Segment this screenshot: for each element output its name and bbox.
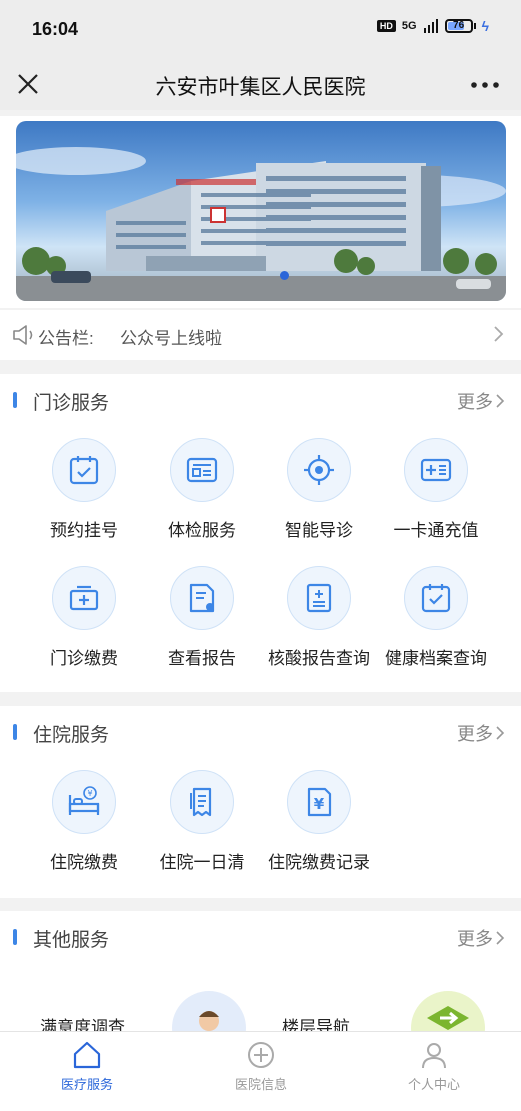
report-search-icon (170, 566, 234, 630)
tab-label: 医院信息 (234, 1077, 287, 1092)
outpatient-section: 门诊服务 更多 预约挂号 体检服务 智能导诊 一卡通充值 门诊缴费 查看报告 核… (0, 374, 521, 692)
section-title: 其他服务 (33, 930, 110, 951)
notice-text: 公众号上线啦 (120, 329, 222, 348)
more-link[interactable]: 更多 (457, 925, 505, 951)
service-payment-records[interactable]: ¥ 住院缴费记录 (260, 770, 378, 890)
card-plus-icon (404, 438, 468, 502)
target-icon (287, 438, 351, 502)
battery-icon: 76 (444, 19, 476, 33)
more-label: 更多 (457, 929, 493, 949)
status-bar: 16:04 HD 5G 76 ϟ (0, 0, 521, 60)
form-icon (170, 438, 234, 502)
more-label: 更多 (457, 392, 493, 412)
status-time: 16:04 (32, 19, 79, 39)
banner-indicator-dot (280, 271, 289, 280)
service-checkup[interactable]: 体检服务 (143, 438, 261, 558)
calendar-check-icon (52, 438, 116, 502)
test-report-icon (287, 566, 351, 630)
tab-label: 医疗服务 (60, 1077, 113, 1092)
item-label: 一卡通充值 (393, 521, 479, 540)
banner-area (0, 116, 521, 308)
section-header: 其他服务 更多 (0, 911, 521, 963)
svg-text:¥: ¥ (87, 789, 92, 798)
home-icon (73, 1041, 101, 1069)
section-marker (13, 724, 17, 740)
more-link[interactable]: 更多 (457, 720, 505, 746)
tab-hospital-info[interactable]: 医院信息 (174, 1032, 348, 1111)
section-marker (13, 929, 17, 945)
tab-label: 个人中心 (407, 1077, 460, 1092)
more-options-icon[interactable] (469, 70, 501, 100)
chevron-right-icon (496, 726, 505, 740)
bed-payment-icon: ¥ (52, 770, 116, 834)
service-inpatient-payment[interactable]: ¥ 住院缴费 (25, 770, 143, 890)
service-view-report[interactable]: 查看报告 (143, 566, 261, 686)
section-title: 住院服务 (33, 725, 110, 746)
speaker-icon (13, 325, 33, 345)
chevron-right-icon (496, 931, 505, 945)
svg-text:¥: ¥ (314, 795, 325, 813)
section-marker (13, 392, 17, 408)
service-smart-triage[interactable]: 智能导诊 (260, 438, 378, 558)
charging-icon: ϟ (481, 18, 489, 34)
item-label: 健康档案查询 (385, 649, 487, 668)
more-label: 更多 (457, 724, 493, 744)
service-health-record[interactable]: 健康档案查询 (377, 566, 495, 686)
hospital-building-image (16, 147, 506, 301)
signal-icon (423, 19, 438, 33)
service-appointment[interactable]: 预约挂号 (25, 438, 143, 558)
network-label: 5G (401, 20, 417, 32)
notice-bar[interactable]: 公告栏: 公众号上线啦 (0, 310, 521, 360)
chevron-right-icon (494, 326, 504, 342)
section-title: 门诊服务 (33, 393, 110, 414)
service-card-recharge[interactable]: 一卡通充值 (377, 438, 495, 558)
receipt-icon (170, 770, 234, 834)
status-icons: HD 5G 76 ϟ (376, 18, 489, 34)
tab-medical-services[interactable]: 医疗服务 (0, 1032, 174, 1111)
inpatient-section: 住院服务 更多 ¥ 住院缴费 住院一日清 ¥ 住院缴费记录 (0, 706, 521, 898)
medical-box-icon (52, 566, 116, 630)
section-header: 门诊服务 更多 (0, 374, 521, 426)
health-record-icon (404, 566, 468, 630)
other-section: 其他服务 更多 满意度调查 楼层导航 (0, 911, 521, 1065)
page-title: 六安市叶集区人民医院 (155, 76, 366, 99)
yuan-document-icon: ¥ (287, 770, 351, 834)
hd-badge: HD (376, 20, 396, 32)
service-nucleic-acid-report[interactable]: 核酸报告查询 (260, 566, 378, 686)
bottom-tab-bar: 医疗服务 医院信息 个人中心 (0, 1031, 521, 1111)
service-daily-bill[interactable]: 住院一日清 (143, 770, 261, 890)
hospital-banner[interactable] (16, 121, 506, 301)
battery-level: 76 (453, 20, 465, 31)
section-header: 住院服务 更多 (0, 706, 521, 758)
plus-circle-icon (248, 1042, 274, 1068)
tab-personal-center[interactable]: 个人中心 (347, 1032, 521, 1111)
more-link[interactable]: 更多 (457, 388, 505, 414)
title-bar: 六安市叶集区人民医院 (0, 60, 521, 110)
notice-label: 公告栏: (38, 329, 94, 348)
item-label: 住院缴费记录 (268, 853, 370, 872)
service-outpatient-payment[interactable]: 门诊缴费 (25, 566, 143, 686)
chevron-right-icon (496, 394, 505, 408)
person-icon (422, 1043, 446, 1069)
